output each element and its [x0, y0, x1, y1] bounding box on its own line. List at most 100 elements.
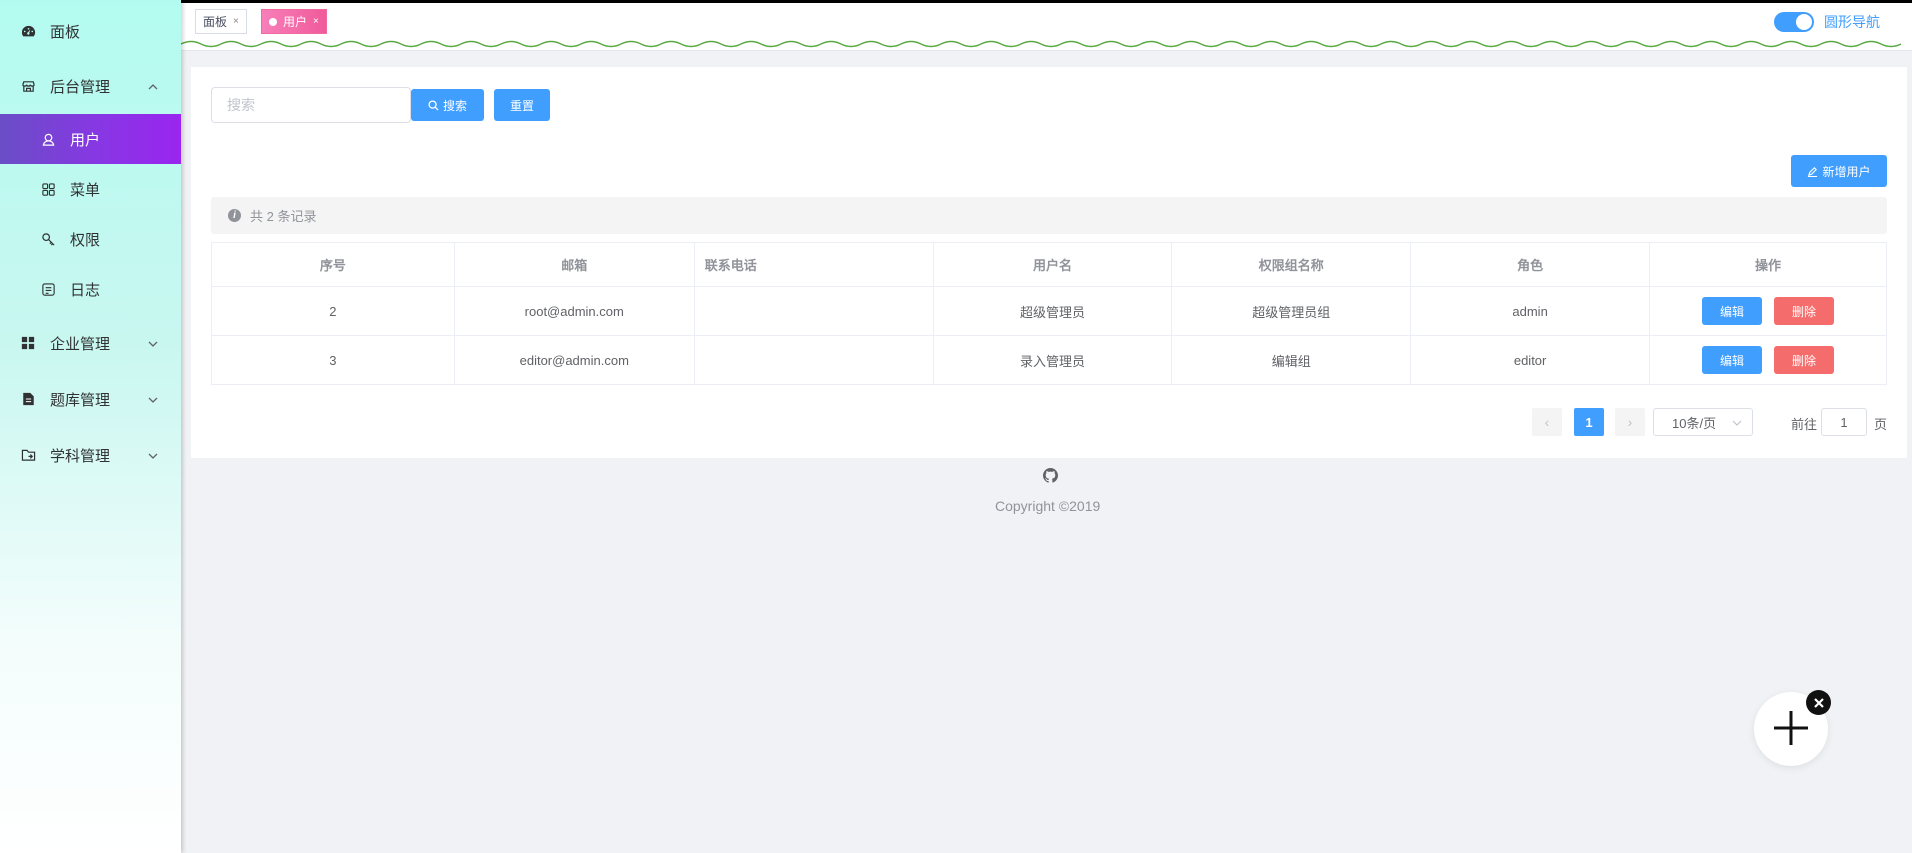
column-header: 操作	[1649, 242, 1887, 287]
sidebar-item-label: 学科管理	[50, 447, 111, 465]
sidebar-item-label: 用户	[70, 131, 101, 149]
prev-page-button[interactable]: ‹	[1532, 408, 1562, 436]
cell-email: editor@admin.com	[453, 335, 695, 385]
search-icon	[428, 99, 439, 111]
table-row: 3 editor@admin.com 录入管理员 编辑组 editor 编辑 删…	[211, 335, 1887, 385]
column-header[interactable]: 序号	[211, 242, 455, 287]
sidebar-item-log[interactable]: 日志	[0, 264, 181, 314]
search-placeholder: 搜索	[227, 97, 255, 113]
toggle-switch[interactable]	[1774, 12, 1814, 32]
sidebar-item-label: 菜单	[70, 181, 101, 199]
goto-prefix: 前往	[1791, 417, 1818, 432]
sidebar-item-label: 日志	[70, 281, 101, 299]
log-icon	[40, 281, 56, 297]
shop-icon	[20, 78, 36, 94]
close-icon[interactable]	[1806, 690, 1831, 715]
column-header[interactable]: 角色	[1410, 242, 1651, 287]
sidebar-item-users[interactable]: 用户	[0, 114, 181, 164]
plus-icon	[1771, 708, 1811, 751]
github-icon[interactable]	[1043, 468, 1058, 483]
sidebar-item-question-bank[interactable]: 题库管理	[0, 374, 181, 424]
close-icon[interactable]: ×	[233, 16, 239, 27]
folder-icon	[20, 447, 36, 463]
cell-id: 3	[211, 335, 455, 385]
cell-phone	[693, 335, 934, 385]
circular-nav-toggle[interactable]: 圆形导航	[1774, 12, 1880, 32]
next-page-button[interactable]: ›	[1615, 408, 1645, 436]
cell-role: editor	[1410, 335, 1651, 385]
chevron-down-icon	[1732, 416, 1742, 426]
tab-label: 用户	[283, 15, 308, 29]
toggle-label: 圆形导航	[1824, 14, 1880, 30]
table-row: 2 root@admin.com 超级管理员 超级管理员组 admin 编辑 删…	[211, 286, 1887, 336]
edit-icon	[1807, 166, 1818, 177]
sidebar-item-label: 企业管理	[50, 335, 111, 353]
cell-actions: 编辑 删除	[1649, 286, 1887, 336]
active-dot-icon	[269, 17, 277, 26]
cell-username: 录入管理员	[932, 335, 1173, 385]
reset-button[interactable]: 重置	[494, 89, 550, 121]
goto-page-input[interactable]: 1	[1821, 408, 1867, 436]
record-count-bar: i 共 2 条记录	[211, 197, 1887, 234]
copyright-text: Copyright ©2019	[995, 498, 1101, 514]
goto-suffix: 页	[1874, 417, 1888, 432]
grid-icon	[20, 335, 36, 351]
dashboard-icon	[20, 23, 36, 39]
column-header[interactable]: 联系电话	[693, 242, 934, 287]
tab-users[interactable]: 用户 ×	[261, 9, 327, 34]
close-icon[interactable]: ×	[313, 16, 319, 27]
table-header-row: 序号 邮箱 联系电话 用户名 权限组名称 角色 操作	[211, 242, 1887, 287]
menu-grid-icon	[40, 181, 56, 197]
sidebar-item-menu[interactable]: 菜单	[0, 164, 181, 214]
cell-phone	[693, 286, 934, 336]
tab-label: 面板	[203, 15, 228, 29]
page-size-select[interactable]: 10条/页	[1653, 408, 1753, 436]
tab-dashboard[interactable]: 面板 ×	[195, 9, 247, 34]
sidebar-item-permission[interactable]: 权限	[0, 214, 181, 264]
chevron-down-icon	[147, 337, 159, 349]
cell-role: admin	[1410, 286, 1651, 336]
edit-button[interactable]: 编辑	[1702, 346, 1763, 374]
user-icon	[40, 131, 56, 147]
record-count-text: 共 2 条记录	[250, 209, 317, 224]
column-header[interactable]: 邮箱	[453, 242, 695, 287]
chevron-down-icon	[147, 393, 159, 405]
search-button-label: 搜索	[442, 98, 467, 113]
delete-button[interactable]: 删除	[1774, 346, 1835, 374]
edit-button[interactable]: 编辑	[1702, 297, 1763, 325]
sidebar-item-dashboard[interactable]: 面板	[0, 6, 181, 56]
key-icon	[40, 231, 56, 247]
sidebar-item-label: 题库管理	[50, 391, 111, 409]
add-user-label: 新增用户	[1822, 164, 1871, 179]
chevron-down-icon	[147, 449, 159, 461]
sidebar-item-backend[interactable]: 后台管理	[0, 61, 181, 111]
reset-button-label: 重置	[509, 98, 534, 113]
users-table: 序号 邮箱 联系电话 用户名 权限组名称 角色 操作 2 root@admin.…	[211, 242, 1887, 385]
search-button[interactable]: 搜索	[411, 89, 484, 121]
page-number-current[interactable]: 1	[1574, 408, 1604, 436]
search-input[interactable]: 搜索	[211, 87, 411, 123]
cell-email: root@admin.com	[453, 286, 695, 336]
cell-actions: 编辑 删除	[1649, 335, 1887, 385]
add-user-button[interactable]: 新增用户	[1791, 155, 1887, 187]
cell-group: 超级管理员组	[1171, 286, 1412, 336]
column-header[interactable]: 用户名	[932, 242, 1173, 287]
main-card: 搜索 搜索 重置 新增用户 i 共 2 条记录 序号 邮箱 联系电话 用户名 权…	[191, 67, 1907, 458]
document-icon	[20, 391, 36, 407]
sidebar-item-enterprise[interactable]: 企业管理	[0, 318, 181, 368]
sidebar-item-subject[interactable]: 学科管理	[0, 430, 181, 480]
sidebar-item-label: 权限	[70, 231, 101, 249]
info-icon: i	[228, 209, 241, 222]
sidebar-item-label: 后台管理	[50, 78, 111, 96]
sidebar: 面板 后台管理 用户 菜单 权限 日志 企业管理 题库管理 学科管理	[0, 0, 181, 853]
cell-group: 编辑组	[1171, 335, 1412, 385]
delete-button[interactable]: 删除	[1774, 297, 1835, 325]
tags-bar: 面板 × 用户 × 圆形导航	[181, 0, 1912, 37]
cell-username: 超级管理员	[932, 286, 1173, 336]
cell-id: 2	[211, 286, 455, 336]
page-size-value: 10条/页	[1672, 415, 1717, 431]
vine-decoration	[180, 37, 1912, 51]
column-header[interactable]: 权限组名称	[1171, 242, 1412, 287]
chevron-up-icon	[147, 80, 159, 92]
sidebar-item-label: 面板	[50, 23, 81, 41]
